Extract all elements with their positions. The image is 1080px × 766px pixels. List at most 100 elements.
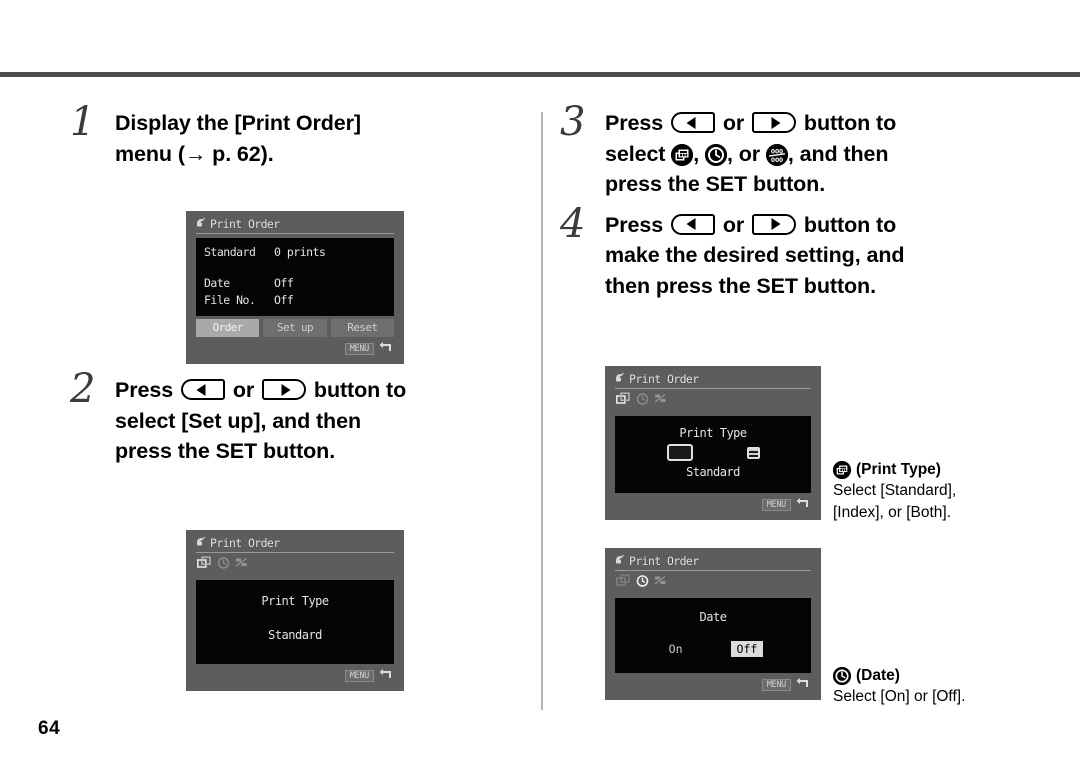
return-arrow-icon (379, 667, 392, 685)
lcd1-softkey-row: Order Set up Reset (196, 319, 394, 337)
file-number-icon: 000 000 (765, 143, 788, 166)
step-4-press-label: Press (605, 212, 664, 237)
lcd1-row-fileno-key: File No. (204, 293, 256, 307)
right-arrow-button-icon (752, 213, 797, 235)
step-2-text: Press or button to select [Set up], and … (115, 375, 525, 467)
printer-icon (196, 536, 207, 550)
step-3-text: Press or button to select , , or 000 000… (605, 108, 1040, 200)
step-3-or-label: or (722, 111, 745, 135)
step-1-line-2-pre: menu ( (115, 141, 185, 166)
tab-date-icon[interactable] (636, 392, 649, 410)
softkey-set-up[interactable]: Set up (263, 319, 327, 337)
step-3-to-label: button to (803, 111, 897, 135)
lcd3-value: Standard (686, 465, 740, 479)
step-2-press-label: Press (115, 378, 174, 403)
lcd3-body: Print Type Standard (615, 416, 811, 493)
lcd3-title-bar: Print Order (605, 366, 821, 388)
print-type-icon (833, 460, 851, 479)
lcd1-body: Standard 0 prints Date Off File No. Off (196, 238, 394, 316)
lcd-screenshot-print-type-options: Print Order Print Type Standard MENU (605, 366, 821, 520)
lcd-screenshot-print-type-setup: Print Order Print Type Standard MENU (186, 530, 404, 691)
lcd-screenshot-print-order-menu: Print Order Standard 0 prints Date Off F… (186, 211, 404, 364)
lcd1-row-standard-key: Standard (204, 245, 256, 259)
step-1: 1 Display the [Print Order] menu (→ p. 6… (70, 102, 525, 169)
step-2-line-2: select [Set up], and then (115, 408, 361, 433)
right-arrow-button-icon (262, 379, 307, 401)
lcd1-title-text: Print Order (210, 217, 280, 231)
tab-date-icon[interactable] (217, 556, 230, 574)
step-4-or-label: or (722, 212, 745, 237)
right-arrow-button-icon (752, 112, 797, 133)
return-arrow-icon (796, 676, 809, 694)
step-2-or-label: or (232, 378, 255, 403)
menu-button-chip: MENU (344, 342, 374, 356)
step-4-line-3: then press the SET button. (605, 273, 876, 298)
right-column: 3 Press or button to select , , or 000 0… (560, 102, 1040, 305)
printer-icon (615, 554, 626, 568)
lcd1-row-standard-value: 0 prints (274, 245, 326, 259)
lcd1-menu-hint: MENU (186, 337, 404, 364)
step-4-line-2: make the desired setting, and (605, 243, 905, 268)
lcd1-row-fileno: File No. Off (196, 293, 394, 307)
svg-text:000: 000 (771, 157, 783, 164)
lcd1-row-date-value: Off (274, 276, 294, 290)
step-3-andthen: , and then (787, 141, 889, 166)
caption-print-type-header: (Print Type) (833, 459, 1033, 480)
left-arrow-button-icon (180, 379, 225, 401)
option-index-icon[interactable] (746, 446, 760, 459)
softkey-order[interactable]: Order (196, 319, 260, 337)
left-arrow-button-icon (670, 112, 715, 133)
step-2-to-label: button to (313, 378, 407, 403)
print-type-icon (671, 143, 694, 166)
softkey-reset[interactable]: Reset (330, 319, 394, 337)
step-1-line-2-post: p. 62). (206, 141, 274, 166)
lcd2-heading: Print Type (261, 594, 329, 608)
step-1-text: Display the [Print Order] menu (→ p. 62)… (115, 108, 525, 169)
menu-button-chip: MENU (344, 669, 374, 683)
printer-icon (196, 217, 207, 231)
date-clock-icon (705, 143, 727, 166)
tab-print-type-icon[interactable] (197, 556, 212, 574)
lcd2-body: Print Type Standard (196, 580, 394, 664)
caption-date: (Date) Select [On] or [Off]. (833, 665, 1033, 708)
lcd4-title-text: Print Order (629, 554, 699, 568)
tab-date-icon[interactable] (636, 574, 649, 592)
lcd2-tab-row (186, 553, 404, 576)
lcd-screenshot-date-options: Print Order Date On Off MENU (605, 548, 821, 700)
tab-file-number-icon[interactable] (235, 556, 248, 574)
step-3-comma-2: , or (727, 141, 761, 166)
tab-file-number-icon[interactable] (654, 574, 667, 592)
caption-print-type-line-2: [Index], or [Both]. (833, 503, 952, 521)
lcd1-row-date-key: Date (204, 276, 230, 290)
step-1-number: 1 (70, 99, 96, 145)
step-3-number: 3 (560, 99, 586, 145)
lcd2-title-bar: Print Order (186, 530, 404, 552)
step-1-line-1: Display the [Print Order] (115, 111, 361, 135)
return-arrow-icon (379, 340, 392, 358)
step-4-to-label: button to (803, 212, 897, 237)
date-clock-icon (833, 666, 851, 685)
step-2-number: 2 (70, 366, 96, 413)
lcd4-option-row: On Off (615, 641, 811, 657)
lcd2-menu-hint: MENU (186, 664, 404, 691)
tab-file-number-icon[interactable] (654, 392, 667, 410)
lcd1-row-date: Date Off (196, 276, 394, 290)
lcd1-title-bar: Print Order (186, 211, 404, 233)
right-arrow-glyph-icon: → (184, 141, 207, 166)
tab-print-type-icon[interactable] (616, 574, 631, 592)
lcd3-tab-row (605, 389, 821, 412)
lcd1-title-rule (196, 233, 394, 234)
option-standard-icon[interactable] (666, 444, 693, 461)
printer-icon (615, 372, 626, 386)
lcd2-value: Standard (268, 628, 322, 642)
page-top-rule (0, 72, 1080, 77)
lcd1-row-fileno-value: Off (274, 293, 294, 307)
option-on[interactable]: On (663, 641, 689, 657)
option-off[interactable]: Off (730, 641, 764, 657)
step-3: 3 Press or button to select , , or 000 0… (560, 102, 1040, 200)
lcd1-row-standard: Standard 0 prints (196, 245, 394, 259)
left-arrow-button-icon (670, 213, 715, 235)
tab-print-type-icon[interactable] (616, 392, 631, 410)
caption-print-type: (Print Type) Select [Standard], [Index],… (833, 459, 1033, 523)
page-number: 64 (38, 718, 61, 739)
